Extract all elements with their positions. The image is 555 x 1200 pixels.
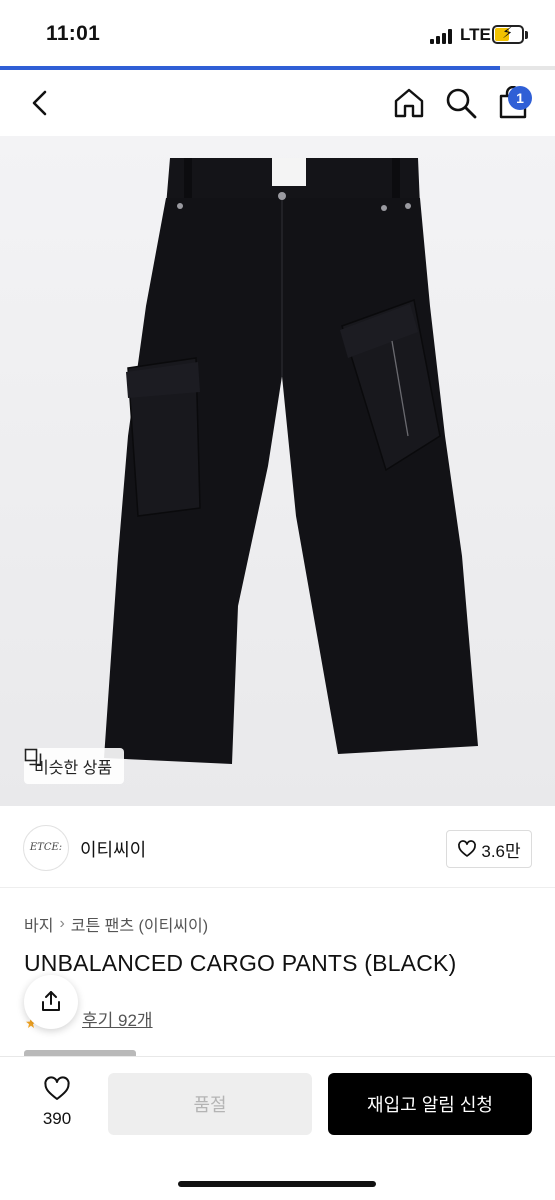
product-title: UNBALANCED CARGO PANTS (BLACK) — [24, 950, 457, 976]
signal-icon — [430, 28, 456, 44]
share-icon — [42, 991, 60, 1011]
wishlist-button[interactable]: 390 — [22, 1073, 92, 1137]
brand-logo[interactable]: ETCE: — [23, 825, 69, 871]
chevron-left-icon[interactable] — [26, 88, 56, 118]
review-link[interactable]: 후기 92개 — [82, 1006, 153, 1031]
restock-alert-button[interactable]: 재입고 알림 신청 — [328, 1073, 532, 1135]
brand-like-count: 3.6만 — [481, 841, 521, 861]
similar-products-button[interactable]: 비슷한 상품 — [24, 748, 125, 784]
battery-icon: ⚡ — [492, 25, 524, 44]
brand-like-button[interactable]: 3.6만 — [446, 830, 532, 868]
cart-count-badge: 1 — [508, 86, 532, 110]
breadcrumb: 바지 › 코튼 팬츠 (이티씨이) — [24, 912, 208, 936]
battery-cap — [525, 31, 528, 39]
top-navigation: 1 — [0, 70, 555, 136]
brand-name[interactable]: 이티씨이 — [80, 836, 146, 862]
search-icon[interactable] — [444, 86, 478, 120]
product-photo-cargo-pants — [0, 136, 555, 806]
share-button[interactable] — [24, 975, 78, 1029]
breadcrumb-item[interactable]: 코튼 팬츠 (이티씨이) — [71, 912, 208, 936]
sold-out-button: 품절 — [108, 1073, 312, 1135]
status-bar: 11:01 LTE ⚡ — [0, 0, 555, 66]
product-image[interactable]: 비슷한 상품 — [0, 136, 555, 806]
similar-products-label: 비슷한 상품 — [34, 760, 113, 777]
copy-icon — [24, 748, 42, 766]
home-indicator — [178, 1181, 376, 1187]
brand-row: ETCE: 이티씨이 3.6만 — [0, 806, 555, 888]
status-time: 11:01 — [46, 22, 101, 45]
bottom-action-bar: 390 품절 재입고 알림 신청 — [0, 1056, 555, 1200]
chevron-right-icon: › — [59, 915, 65, 932]
wishlist-count: 390 — [42, 1109, 72, 1128]
heart-icon — [44, 1076, 70, 1100]
home-icon[interactable] — [392, 86, 426, 120]
heart-icon — [458, 840, 477, 857]
network-type: LTE — [460, 25, 491, 44]
breadcrumb-item[interactable]: 바지 — [24, 912, 53, 936]
